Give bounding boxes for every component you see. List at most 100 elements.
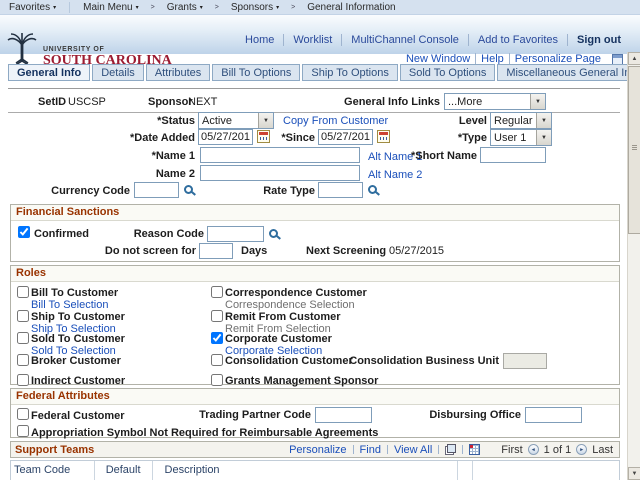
status-value: Active xyxy=(202,115,256,127)
grid-pagination: First ◄ 1 of 1 ► Last xyxy=(501,444,613,456)
view-all-link[interactable]: View All xyxy=(389,444,437,456)
chevron-down-icon: ▾ xyxy=(136,4,139,11)
column-header-default[interactable]: Default xyxy=(95,461,153,480)
calendar-icon[interactable] xyxy=(377,130,390,143)
tab-attributes[interactable]: Attributes xyxy=(146,64,210,81)
breadcrumb-item-main-menu[interactable]: Main Menu ▾ xyxy=(74,0,147,15)
consolidation-customer-checkbox[interactable] xyxy=(211,354,223,366)
name1-label: *Name 1 xyxy=(95,150,195,162)
chevron-down-icon[interactable]: ▼ xyxy=(536,130,551,145)
disbursing-office-input[interactable] xyxy=(525,407,582,423)
sold-to-customer-checkbox[interactable] xyxy=(17,332,29,344)
zoom-grid-icon[interactable] xyxy=(445,444,456,455)
indirect-customer-checkbox[interactable] xyxy=(17,374,29,386)
reason-code-input[interactable] xyxy=(207,226,264,242)
support-teams-grid-header: Team Code Default Description xyxy=(10,460,620,480)
home-link[interactable]: Home xyxy=(236,34,283,46)
tab-bill-to-options[interactable]: Bill To Options xyxy=(212,64,300,81)
corporate-customer-checkbox[interactable] xyxy=(211,332,223,344)
grants-management-sponsor-label: Grants Management Sponsor xyxy=(225,375,378,387)
search-icon[interactable] xyxy=(368,185,377,194)
copy-from-customer-link[interactable]: Copy From Customer xyxy=(283,115,388,127)
next-screening-value: 05/27/2015 xyxy=(389,245,444,257)
add-to-favorites-link[interactable]: Add to Favorites xyxy=(468,34,567,46)
name2-input[interactable] xyxy=(200,165,360,181)
divider xyxy=(8,88,620,89)
breadcrumb-item-grants[interactable]: Grants▾ xyxy=(158,0,212,15)
grants-label: Grants xyxy=(167,2,197,13)
sold-to-customer-label: Sold To Customer xyxy=(31,333,125,345)
find-link[interactable]: Find xyxy=(355,444,386,456)
reason-code-label: Reason Code xyxy=(96,228,204,240)
tab-miscellaneous-general-info[interactable]: Miscellaneous General Info xyxy=(497,64,640,81)
search-icon[interactable] xyxy=(269,229,278,238)
type-select[interactable]: User 1 ▼ xyxy=(490,129,552,146)
broker-customer-checkbox[interactable] xyxy=(17,354,29,366)
grants-management-sponsor-checkbox[interactable] xyxy=(211,374,223,386)
correspondence-customer-checkbox[interactable] xyxy=(211,286,223,298)
appropriation-symbol-checkbox[interactable] xyxy=(17,425,29,437)
bill-to-customer-label: Bill To Customer xyxy=(31,287,118,299)
tab-sold-to-options[interactable]: Sold To Options xyxy=(400,64,495,81)
chevron-down-icon[interactable]: ▼ xyxy=(258,113,273,128)
roles-section: Roles Bill To Customer Bill To Selection… xyxy=(10,265,620,385)
vertical-scrollbar[interactable]: ▲ ▼ xyxy=(627,52,640,480)
breadcrumb-separator: > xyxy=(148,4,158,11)
status-select[interactable]: Active ▼ xyxy=(198,112,274,129)
column-header-description[interactable]: Description xyxy=(153,461,458,480)
column-header-team-code[interactable]: Team Code xyxy=(11,461,95,480)
financial-sanctions-section: Financial Sanctions Confirmed Reason Cod… xyxy=(10,204,620,262)
days-label: Days xyxy=(241,245,267,257)
scroll-down-button[interactable]: ▼ xyxy=(628,467,640,480)
next-row-button[interactable]: ► xyxy=(576,444,587,455)
federal-attributes-section: Federal Attributes Federal Customer Trad… xyxy=(10,388,620,438)
short-name-input[interactable] xyxy=(480,147,546,163)
since-input[interactable] xyxy=(318,129,373,145)
search-icon[interactable] xyxy=(184,185,193,194)
download-grid-icon[interactable] xyxy=(469,444,480,455)
consolidation-business-unit-label: Consolidation Business Unit xyxy=(331,355,499,367)
personalize-link[interactable]: Personalize xyxy=(284,444,351,456)
scrollbar-thumb[interactable] xyxy=(628,66,640,234)
rate-type-input[interactable] xyxy=(318,182,363,198)
chevron-down-icon: ▾ xyxy=(200,4,203,11)
usc-logo: UNIVERSITY OF SOUTH CAROLINA xyxy=(6,32,172,68)
tab-details[interactable]: Details xyxy=(92,64,144,81)
rate-type-label: Rate Type xyxy=(215,185,315,197)
general-info-links-select[interactable]: ...More ▼ xyxy=(444,93,546,110)
previous-row-button[interactable]: ◄ xyxy=(528,444,539,455)
federal-customer-label: Federal Customer xyxy=(31,410,125,422)
ship-to-customer-checkbox[interactable] xyxy=(17,310,29,322)
tab-general-info[interactable]: General Info xyxy=(8,64,90,81)
chevron-down-icon[interactable]: ▼ xyxy=(530,94,545,109)
row-count: 1 of 1 xyxy=(544,444,572,456)
multichannel-console-link[interactable]: MultiChannel Console xyxy=(341,34,468,46)
alt-name2-link[interactable]: Alt Name 2 xyxy=(368,169,422,181)
remit-from-customer-checkbox[interactable] xyxy=(211,310,223,322)
window-icon[interactable] xyxy=(612,54,623,65)
broker-customer-label: Broker Customer xyxy=(31,355,121,367)
confirmed-checkbox[interactable] xyxy=(18,226,30,238)
name1-input[interactable] xyxy=(200,147,360,163)
level-select[interactable]: Regular ▼ xyxy=(490,112,552,129)
scroll-up-button[interactable]: ▲ xyxy=(628,52,640,65)
first-label: First xyxy=(501,444,522,456)
financial-sanctions-title: Financial Sanctions xyxy=(11,205,619,221)
trading-partner-code-input[interactable] xyxy=(315,407,372,423)
chevron-down-icon[interactable]: ▼ xyxy=(536,113,551,128)
bill-to-customer-checkbox[interactable] xyxy=(17,286,29,298)
worklist-link[interactable]: Worklist xyxy=(283,34,341,46)
federal-customer-checkbox[interactable] xyxy=(17,408,29,420)
setid-value: USCSP xyxy=(68,96,106,108)
bill-to-selection-link[interactable]: Bill To Selection xyxy=(31,299,108,311)
tab-ship-to-options[interactable]: Ship To Options xyxy=(302,64,397,81)
currency-code-input[interactable] xyxy=(134,182,179,198)
main-menu-label: Main Menu xyxy=(83,2,132,13)
breadcrumb-separator: > xyxy=(288,4,298,11)
breadcrumb-item-sponsors[interactable]: Sponsors▾ xyxy=(222,0,288,15)
do-not-screen-input[interactable] xyxy=(199,243,233,259)
favorites-menu[interactable]: Favorites▾ xyxy=(0,0,65,15)
ship-to-customer-label: Ship To Customer xyxy=(31,311,125,323)
disbursing-office-label: Disbursing Office xyxy=(406,409,521,421)
sign-out-link[interactable]: Sign out xyxy=(567,34,630,46)
